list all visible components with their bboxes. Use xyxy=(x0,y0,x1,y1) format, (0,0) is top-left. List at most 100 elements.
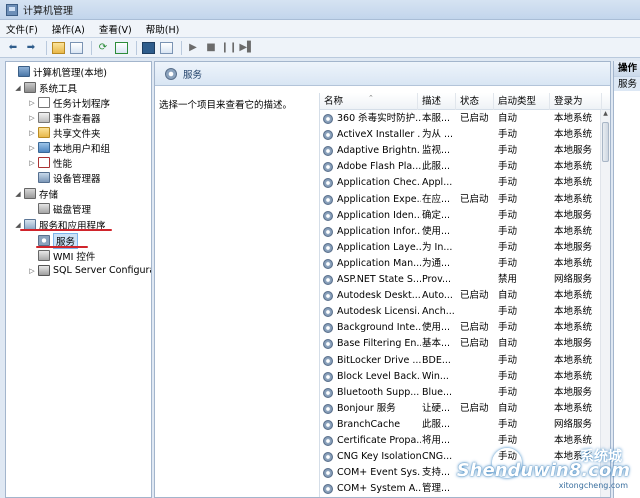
table-row[interactable]: Base Filtering En... 基本... 已启动 自动 本地服务 xyxy=(320,336,602,352)
service-name: BitLocker Drive ... xyxy=(337,354,421,366)
table-row[interactable]: Block Level Back... Win... 手动 本地系统 xyxy=(320,369,602,385)
service-description: 在应... xyxy=(422,193,451,205)
table-row[interactable]: Application Infor... 使用... 手动 本地系统 xyxy=(320,224,602,240)
help-icon[interactable] xyxy=(141,41,155,55)
tree-item[interactable]: ◢ 存储 xyxy=(14,186,58,201)
table-row[interactable]: Application Chec... Appl... 手动 本地系统 xyxy=(320,175,602,191)
vertical-scrollbar[interactable]: ▲ xyxy=(600,110,610,497)
service-gear-icon xyxy=(323,371,333,382)
table-row[interactable]: Application Man... 为通... 手动 本地系统 xyxy=(320,256,602,272)
table-row[interactable]: BitLocker Drive ... BDE... 手动 本地系统 xyxy=(320,353,602,369)
tree-expander-icon[interactable]: ▷ xyxy=(28,129,36,137)
table-row[interactable]: Certificate Propa... 将用... 手动 本地系统 xyxy=(320,433,602,449)
tree-item[interactable]: ▷ 事件查看器 xyxy=(28,110,101,125)
service-gear-icon xyxy=(323,436,333,446)
window-title: 计算机管理 xyxy=(23,6,73,17)
table-row[interactable]: 360 杀毒实时防护... 本服... 已启动 自动 本地系统 xyxy=(320,111,602,127)
table-row[interactable]: Autodesk Deskt... Auto... 已启动 自动 本地系统 xyxy=(320,288,602,304)
folder-up-icon[interactable] xyxy=(51,41,65,55)
tree-item[interactable]: WMI 控件 xyxy=(28,248,95,263)
service-description: Win... xyxy=(422,370,449,382)
console-tree-icon[interactable] xyxy=(69,41,83,55)
tree-item[interactable]: ▷ 本地用户和组 xyxy=(28,140,110,155)
column-header-status[interactable]: 状态 xyxy=(456,93,494,110)
tree-expander-icon[interactable]: ▷ xyxy=(28,267,36,275)
tree-item-label: 事件查看器 xyxy=(53,113,101,125)
tree-item[interactable]: ▷ 共享文件夹 xyxy=(28,125,101,140)
restart-icon[interactable]: ▶▌ xyxy=(239,41,254,55)
service-startup-type: 手动 xyxy=(498,435,518,446)
tree-expander-icon[interactable]: ▷ xyxy=(28,99,36,107)
table-row[interactable]: Background Inte... 使用... 已启动 手动 本地系统 xyxy=(320,320,602,336)
tree-expander-icon[interactable]: ◢ xyxy=(14,84,22,92)
sql-server-icon xyxy=(38,265,50,276)
refresh-icon[interactable]: ⟳ xyxy=(96,41,110,55)
properties-icon[interactable] xyxy=(159,41,173,55)
menu-help[interactable]: 帮助(H) xyxy=(146,22,180,36)
table-row[interactable]: ActiveX Installer ... 为从 ... 手动 本地系统 xyxy=(320,127,602,143)
tree-item-label: 磁盘管理 xyxy=(53,204,92,216)
table-row[interactable]: Autodesk Licensi... Anch... 手动 本地系统 xyxy=(320,304,602,320)
tree-item[interactable]: 计算机管理(本地) xyxy=(8,64,107,79)
menu-file[interactable]: 文件(F) xyxy=(6,22,38,36)
service-status xyxy=(460,433,496,449)
tree-item[interactable]: ▷ 任务计划程序 xyxy=(28,95,110,110)
table-row[interactable]: COM+ System A... 管理... xyxy=(320,481,602,497)
menu-view[interactable]: 查看(V) xyxy=(99,22,132,36)
service-startup-type: 手动 xyxy=(498,225,518,237)
service-gear-icon xyxy=(323,178,333,189)
table-row[interactable]: BranchCache 此服... 手动 网络服务 xyxy=(320,417,602,433)
tree-item[interactable]: ▷ SQL Server Configura xyxy=(28,263,151,278)
tree-expander-icon[interactable]: ▷ xyxy=(28,114,36,122)
pause-icon[interactable]: ❙❙ xyxy=(221,41,238,55)
table-row[interactable]: Bluetooth Supp... Blue... 手动 本地服务 xyxy=(320,385,602,401)
table-row[interactable]: Adobe Flash Pla... 此服... 手动 本地系统 xyxy=(320,159,602,175)
tree-item[interactable]: ◢ 系统工具 xyxy=(14,80,77,95)
service-startup-type xyxy=(498,481,552,497)
service-name: Application Expe... xyxy=(337,193,421,205)
tree-item[interactable]: 磁盘管理 xyxy=(28,201,91,216)
table-row[interactable]: ASP.NET State S... Prov... 禁用 网络服务 xyxy=(320,272,602,288)
column-header-startup-type[interactable]: 启动类型 xyxy=(494,93,550,110)
table-row[interactable]: CNG Key Isolation CNG... 手动 本地系统 xyxy=(320,449,602,465)
table-row[interactable]: Bonjour 服务 让硬... 已启动 自动 本地系统 xyxy=(320,401,602,417)
menu-action[interactable]: 操作(A) xyxy=(52,22,85,36)
tree-item[interactable]: 设备管理器 xyxy=(28,170,101,185)
scroll-up-icon[interactable]: ▲ xyxy=(601,110,610,120)
tree-item[interactable]: ▷ 性能 xyxy=(28,155,72,170)
service-gear-icon xyxy=(323,258,333,269)
tree-expander-icon[interactable]: ◢ xyxy=(14,190,22,198)
table-row[interactable]: Application Expe... 在应... 已启动 手动 本地系统 xyxy=(320,192,602,208)
toolbar-separator xyxy=(136,40,137,55)
tree-expander-icon[interactable]: ▷ xyxy=(28,144,36,152)
table-row[interactable]: Application Laye... 为 In... 手动 本地服务 xyxy=(320,240,602,256)
service-description: 为通... xyxy=(422,257,451,269)
service-startup-type: 手动 xyxy=(498,177,518,189)
tree-expander-icon[interactable]: ◢ xyxy=(14,221,22,229)
service-log-on-as: 本地系统 xyxy=(554,322,593,334)
service-startup-type xyxy=(498,465,552,481)
services-list: ⌃ 名称 描述 状态 启动类型 登录为 360 杀毒实时防护... 本服... 已启… xyxy=(319,93,610,497)
service-description: 使用... xyxy=(422,322,451,334)
table-row[interactable]: Application Iden... 确定... 手动 本地服务 xyxy=(320,208,602,224)
service-startup-type: 手动 xyxy=(498,370,518,382)
table-row[interactable]: Adaptive Brightn... 监视... 手动 本地服务 xyxy=(320,143,602,159)
column-header-name[interactable]: ⌃ 名称 xyxy=(320,93,418,110)
service-log-on-as: 本地系统 xyxy=(554,354,593,366)
clock-icon xyxy=(38,97,50,108)
stop-icon[interactable]: ■ xyxy=(204,41,218,55)
actions-item-services[interactable]: 服务 xyxy=(614,76,640,91)
table-row[interactable]: COM+ Event Sys... 支持... xyxy=(320,465,602,481)
scroll-thumb[interactable] xyxy=(602,122,609,162)
tree-item-label: 设备管理器 xyxy=(53,173,101,185)
column-header-description[interactable]: 描述 xyxy=(418,93,456,110)
play-icon[interactable]: ▶ xyxy=(186,41,200,55)
export-list-icon[interactable] xyxy=(114,41,128,55)
forward-arrow-icon[interactable]: ➡ xyxy=(24,41,38,55)
tree-item-label: 共享文件夹 xyxy=(53,128,101,140)
tree-expander-icon[interactable]: ▷ xyxy=(28,159,36,167)
service-description: Appl... xyxy=(422,177,453,189)
back-arrow-icon[interactable]: ⬅ xyxy=(6,41,20,55)
column-header-log-on-as[interactable]: 登录为 xyxy=(550,93,602,110)
service-description: 为 In... xyxy=(422,241,453,253)
